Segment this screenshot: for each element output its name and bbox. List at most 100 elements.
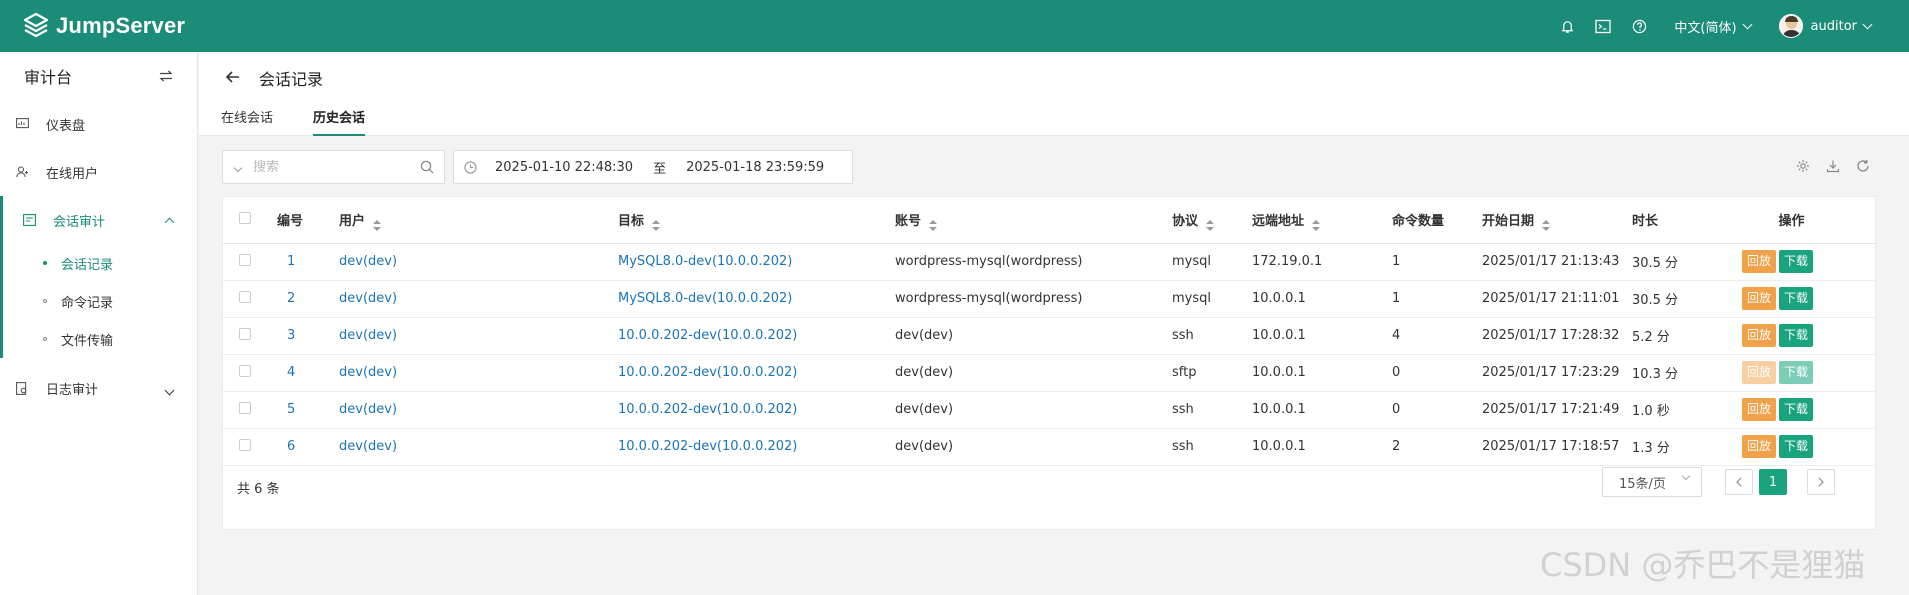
next-page-button[interactable] bbox=[1807, 469, 1835, 495]
row-checkbox[interactable] bbox=[239, 401, 251, 414]
prev-page-button[interactable] bbox=[1725, 469, 1753, 495]
sidebar: 审计台 仪表盘 在线用户 会话审计 会话记录 命令记录 文件传输 日志审计 bbox=[0, 52, 198, 595]
row-target-link[interactable]: 10.0.0.202-dev(10.0.0.202) bbox=[618, 365, 797, 380]
bell-icon[interactable] bbox=[1558, 17, 1576, 35]
sidebar-subitem-file-transfer[interactable]: 文件传输 bbox=[3, 320, 197, 358]
page-button-current[interactable]: 1 bbox=[1759, 469, 1787, 495]
sidebar-subitem-label: 命令记录 bbox=[61, 295, 114, 311]
back-arrow-icon[interactable] bbox=[225, 69, 241, 85]
users-icon bbox=[16, 165, 30, 179]
chevron-down-icon bbox=[1681, 471, 1691, 481]
row-remote-address: 10.0.0.1 bbox=[1252, 428, 1392, 466]
row-id: 1 bbox=[287, 254, 296, 269]
search-icon[interactable] bbox=[420, 160, 434, 174]
row-user-link[interactable]: dev(dev) bbox=[339, 402, 397, 417]
row-target-link[interactable]: MySQL8.0-dev(10.0.0.202) bbox=[618, 291, 792, 306]
sidebar-header: 审计台 bbox=[0, 52, 197, 100]
download-button[interactable]: 下载 bbox=[1779, 324, 1814, 347]
sidebar-item-online-users[interactable]: 在线用户 bbox=[0, 148, 197, 196]
row-account: dev(dev) bbox=[895, 354, 1172, 392]
column-header-target[interactable]: 目标 bbox=[618, 197, 895, 244]
row-id: 2 bbox=[287, 291, 296, 306]
row-checkbox[interactable] bbox=[239, 253, 251, 266]
sidebar-item-session-audit[interactable]: 会话审计 bbox=[3, 196, 197, 244]
page-size-select[interactable]: 15条/页 bbox=[1602, 467, 1702, 497]
row-remote-address: 172.19.0.1 bbox=[1252, 243, 1392, 281]
download-icon[interactable] bbox=[1825, 158, 1841, 174]
bullet-icon bbox=[43, 261, 47, 265]
column-header-duration: 时长 bbox=[1632, 197, 1742, 244]
row-checkbox[interactable] bbox=[239, 438, 251, 451]
replay-button[interactable]: 回放 bbox=[1742, 250, 1777, 273]
download-button[interactable]: 下载 bbox=[1779, 287, 1814, 310]
switch-view-icon[interactable] bbox=[159, 70, 173, 82]
terminal-icon[interactable] bbox=[1594, 17, 1612, 35]
row-user-link[interactable]: dev(dev) bbox=[339, 328, 397, 343]
top-navbar: JumpServer 中文(简体) auditor bbox=[0, 0, 1909, 52]
tab-history-sessions[interactable]: 历史会话 bbox=[313, 107, 366, 136]
sidebar-subitem-command-records[interactable]: 命令记录 bbox=[3, 282, 197, 320]
clock-icon bbox=[464, 160, 477, 174]
row-id: 6 bbox=[287, 439, 296, 454]
download-button[interactable]: 下载 bbox=[1779, 398, 1814, 421]
select-all-checkbox[interactable] bbox=[239, 211, 251, 224]
chevron-down-icon[interactable] bbox=[233, 163, 243, 172]
row-account: dev(dev) bbox=[895, 391, 1172, 429]
replay-button[interactable]: 回放 bbox=[1742, 435, 1777, 458]
row-target-link[interactable]: MySQL8.0-dev(10.0.0.202) bbox=[618, 254, 792, 269]
row-user-link[interactable]: dev(dev) bbox=[339, 254, 397, 269]
column-header-protocol[interactable]: 协议 bbox=[1172, 197, 1252, 244]
row-target-link[interactable]: 10.0.0.202-dev(10.0.0.202) bbox=[618, 328, 797, 343]
replay-button[interactable]: 回放 bbox=[1742, 398, 1777, 421]
replay-button[interactable]: 回放 bbox=[1742, 361, 1777, 384]
column-header-user[interactable]: 用户 bbox=[339, 197, 618, 244]
sidebar-item-log-audit[interactable]: 日志审计 bbox=[0, 364, 197, 412]
download-button[interactable]: 下载 bbox=[1779, 361, 1814, 384]
row-target-link[interactable]: 10.0.0.202-dev(10.0.0.202) bbox=[618, 439, 797, 454]
log-audit-icon bbox=[16, 381, 30, 395]
table-header-row: 编号 用户 目标 账号 协议 远端地址 命令数量 开始日期 时长 操作 bbox=[223, 197, 1877, 244]
settings-gear-icon[interactable] bbox=[1795, 158, 1811, 174]
row-user-link[interactable]: dev(dev) bbox=[339, 291, 397, 306]
sidebar-item-label: 会话审计 bbox=[53, 214, 106, 230]
column-header-start-date[interactable]: 开始日期 bbox=[1482, 197, 1632, 244]
refresh-icon[interactable] bbox=[1855, 158, 1871, 174]
app-name: JumpServer bbox=[56, 13, 186, 38]
replay-button[interactable]: 回放 bbox=[1742, 324, 1777, 347]
row-user-link[interactable]: dev(dev) bbox=[339, 365, 397, 380]
row-target-link[interactable]: 10.0.0.202-dev(10.0.0.202) bbox=[618, 402, 797, 417]
language-select[interactable]: 中文(简体) bbox=[1674, 17, 1752, 36]
column-header-account[interactable]: 账号 bbox=[895, 197, 1172, 244]
row-protocol: ssh bbox=[1172, 391, 1252, 429]
replay-button[interactable]: 回放 bbox=[1742, 287, 1777, 310]
sidebar-item-dashboard[interactable]: 仪表盘 bbox=[0, 100, 197, 148]
user-menu[interactable]: auditor bbox=[1811, 19, 1873, 34]
search-input[interactable] bbox=[253, 159, 403, 175]
date-end: 2025-01-18 23:59:59 bbox=[686, 159, 825, 175]
row-account: dev(dev) bbox=[895, 428, 1172, 466]
sidebar-subitem-label: 会话记录 bbox=[61, 257, 114, 273]
row-remote-address: 10.0.0.1 bbox=[1252, 317, 1392, 355]
date-range-picker[interactable]: 2025-01-10 22:48:30 至 2025-01-18 23:59:5… bbox=[453, 150, 853, 184]
help-icon[interactable] bbox=[1630, 17, 1648, 35]
sidebar-subitem-session-records[interactable]: 会话记录 bbox=[3, 244, 197, 282]
logo[interactable]: JumpServer bbox=[22, 12, 185, 40]
row-duration: 10.3 分 bbox=[1632, 354, 1742, 392]
avatar[interactable] bbox=[1778, 14, 1803, 38]
row-command-count: 1 bbox=[1392, 243, 1482, 281]
row-user-link[interactable]: dev(dev) bbox=[339, 439, 397, 454]
row-checkbox[interactable] bbox=[239, 364, 251, 377]
column-header-remote-addr[interactable]: 远端地址 bbox=[1252, 197, 1392, 244]
row-account: dev(dev) bbox=[895, 317, 1172, 355]
row-start-date: 2025/01/17 17:21:49 bbox=[1482, 391, 1632, 429]
page-header: 会话记录 在线会话 历史会话 bbox=[199, 52, 1909, 136]
column-header-id: 编号 bbox=[277, 197, 339, 244]
tab-online-sessions[interactable]: 在线会话 bbox=[221, 107, 273, 136]
row-checkbox[interactable] bbox=[239, 327, 251, 340]
download-button[interactable]: 下载 bbox=[1779, 435, 1814, 458]
chevron-down-icon bbox=[1742, 19, 1752, 29]
download-button[interactable]: 下载 bbox=[1779, 250, 1814, 273]
bullet-icon bbox=[43, 299, 47, 303]
row-checkbox[interactable] bbox=[239, 290, 251, 303]
row-command-count: 0 bbox=[1392, 354, 1482, 392]
